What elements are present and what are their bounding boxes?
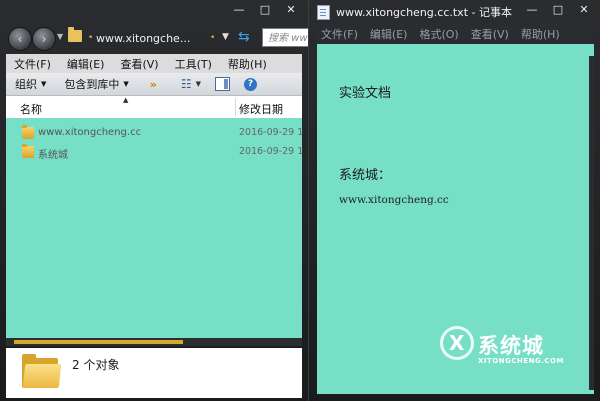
folder-icon [22,125,34,139]
text-line: 实验文档 [339,86,392,101]
list-item[interactable]: 系统城 2016-09-29 10 [6,143,302,161]
more-commands-button[interactable]: » [138,78,167,91]
back-button[interactable]: ‹ [8,27,32,51]
change-view-icon[interactable]: ☷ [167,77,196,91]
chevron-down-icon[interactable]: ▼ [196,80,201,88]
horizontal-scrollbar[interactable] [6,338,302,346]
watermark-brand: 系统城 [478,334,544,358]
file-date: 2016-09-29 10 [239,146,302,157]
sort-ascending-icon: ▲ [123,96,129,104]
list-item[interactable]: www.xitongcheng.cc 2016-09-29 10 [6,124,302,142]
close-button[interactable]: ✕ [571,0,597,18]
address-path[interactable]: www.xitongche... [96,32,190,45]
window-title: www.xitongcheng.cc.txt - 记事本 [336,6,512,19]
include-library-label: 包含到库中 [64,78,120,91]
menu-file[interactable]: 文件(F) [315,26,364,42]
breadcrumb-separator-icon: • [210,33,216,43]
menu-view[interactable]: 查看(V) [112,56,166,72]
recent-pages-dropdown-icon[interactable]: ▼ [57,32,63,41]
column-date-modified[interactable]: 修改日期 [239,101,283,117]
close-button[interactable]: ✕ [278,0,304,18]
address-dropdown-icon[interactable]: ▼ [222,32,229,42]
file-date: 2016-09-29 10 [239,127,302,138]
notepad-caption-buttons: — □ ✕ [519,0,597,18]
minimize-button[interactable]: — [519,0,545,18]
preview-pane-icon[interactable] [215,77,231,91]
column-header: 名称 ▲ 修改日期 [6,96,302,119]
chevron-down-icon: ▼ [41,80,47,88]
scrollbar-thumb[interactable] [14,340,183,344]
organize-button[interactable]: 组织 ▼ [6,76,55,92]
breadcrumb-separator-icon: • [88,33,94,43]
folder-icon [68,27,82,42]
explorer-menubar: 文件(F) 编辑(E) 查看(V) 工具(T) 帮助(H) [6,54,302,73]
folder-icon [22,144,34,158]
chevron-down-icon: ▼ [123,80,129,88]
explorer-window: — □ ✕ ‹ › ▼ • www.xitongche... • ▼ ⇆ 搜索 … [0,0,308,401]
notepad-icon [317,4,330,20]
menu-format[interactable]: 格式(O) [413,26,464,42]
folder-icon [22,354,62,388]
file-name: 系统城 [38,150,68,161]
search-input[interactable]: 搜索 ww [262,28,308,47]
explorer-toolbar: 组织 ▼ 包含到库中 ▼ » ☷ ▼ ? [6,73,302,96]
file-name: www.xitongcheng.cc [38,127,142,138]
watermark-domain: XITONGCHENG.COM [478,357,564,365]
watermark: 系统城 XITONGCHENG.COM [440,322,590,374]
column-name[interactable]: 名称 [20,101,42,117]
address-bar: ‹ › ▼ • www.xitongche... • ▼ ⇆ 搜索 ww [0,24,308,54]
help-icon[interactable]: ? [244,77,258,91]
forward-button[interactable]: › [32,27,56,51]
notepad-menubar: 文件(F) 编辑(E) 格式(O) 查看(V) 帮助(H) [315,24,593,43]
menu-help[interactable]: 帮助(H) [220,56,275,72]
column-divider[interactable] [235,98,236,116]
details-pane: 2 个对象 [6,348,302,398]
menu-tools[interactable]: 工具(T) [167,56,220,72]
explorer-caption-buttons: — □ ✕ [226,0,304,18]
include-in-library-button[interactable]: 包含到库中 ▼ [55,76,137,92]
organize-label: 组织 [15,78,37,91]
menu-edit[interactable]: 编辑(E) [59,56,113,72]
menu-view[interactable]: 查看(V) [465,26,515,42]
menu-file[interactable]: 文件(F) [6,56,59,72]
notepad-titlebar: www.xitongcheng.cc.txt - 记事本 [317,0,512,24]
item-count: 2 个对象 [72,358,120,372]
text-line: www.xitongcheng.cc [339,194,449,206]
maximize-button[interactable]: □ [252,0,278,18]
minimize-button[interactable]: — [226,0,252,18]
text-line: 系统城： [339,168,392,183]
maximize-button[interactable]: □ [545,0,571,18]
menu-help[interactable]: 帮助(H) [515,26,566,42]
brand-logo-icon [440,326,474,360]
menu-edit[interactable]: 编辑(E) [364,26,414,42]
refresh-icon[interactable]: ⇆ [238,29,250,45]
file-list: www.xitongcheng.cc 2016-09-29 10 系统城 201… [6,118,302,338]
